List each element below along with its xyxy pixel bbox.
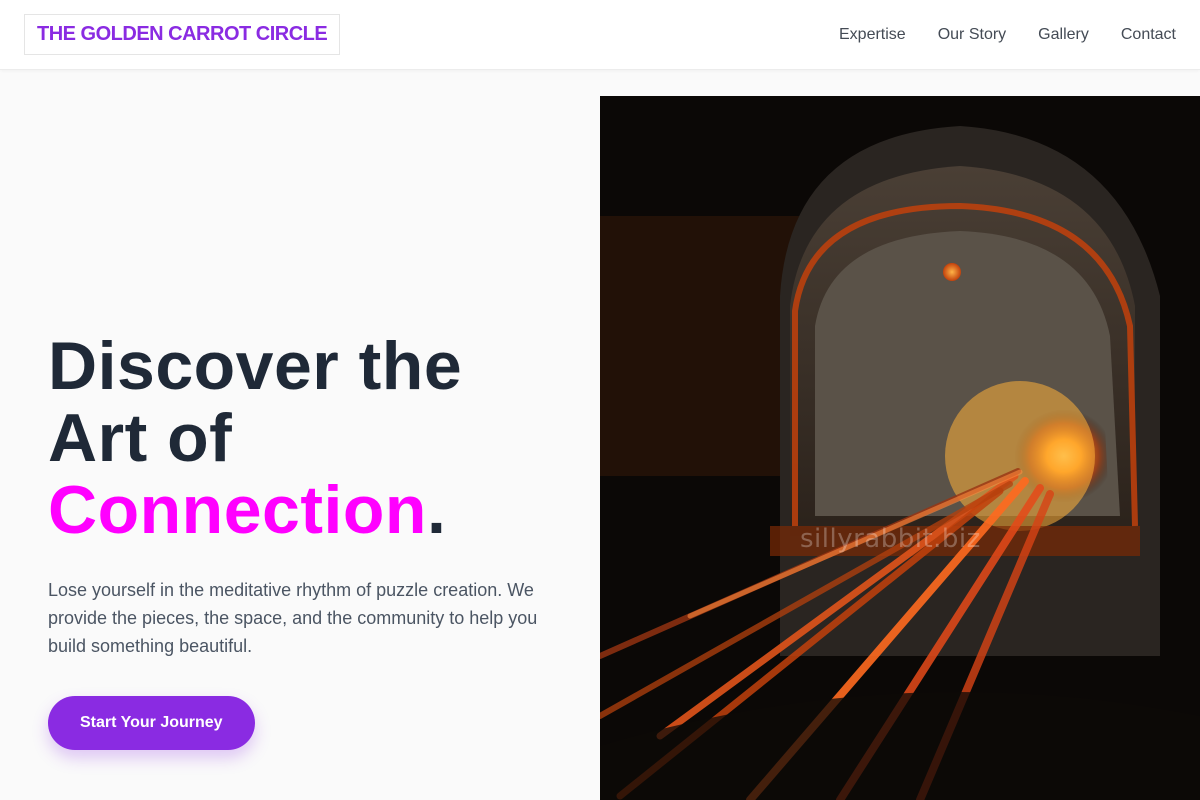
headline-period: . xyxy=(426,472,447,548)
nav-link-expertise[interactable]: Expertise xyxy=(839,26,906,44)
brand-logo[interactable]: THE GOLDEN CARROT CIRCLE xyxy=(24,14,341,55)
nav-link-contact[interactable]: Contact xyxy=(1121,26,1176,44)
nav-link-gallery[interactable]: Gallery xyxy=(1038,26,1089,44)
headline-line-2: Art of xyxy=(48,400,233,476)
hero-headline: Discover the Art of Connection. xyxy=(48,330,568,546)
main-nav: Expertise Our Story Gallery Contact xyxy=(839,26,1176,44)
furnace-illustration xyxy=(600,96,1200,800)
hero-image-furnace: sillyrabbit.biz xyxy=(600,96,1200,800)
start-journey-button[interactable]: Start Your Journey xyxy=(48,696,255,750)
headline-accent: Connection xyxy=(48,472,427,548)
site-header: THE GOLDEN CARROT CIRCLE Expertise Our S… xyxy=(0,0,1200,70)
headline-line-1: Discover the xyxy=(48,328,463,404)
hero-description: Lose yourself in the meditative rhythm o… xyxy=(48,580,538,656)
image-watermark: sillyrabbit.biz xyxy=(800,524,981,554)
hero-content: Discover the Art of Connection. Lose you… xyxy=(48,330,568,750)
nav-link-our-story[interactable]: Our Story xyxy=(938,26,1006,44)
